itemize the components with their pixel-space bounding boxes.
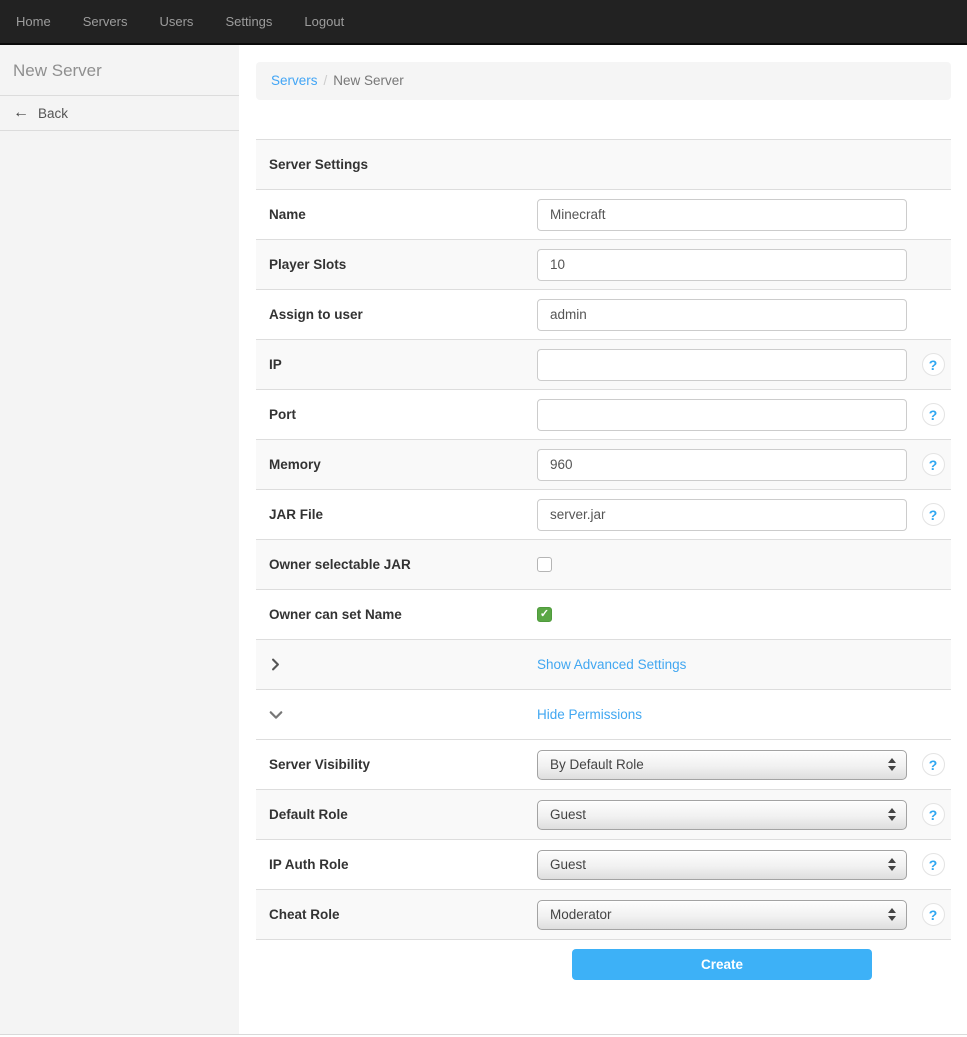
field-label-owner-selectable-jar: Owner selectable JAR bbox=[256, 557, 537, 572]
form-row-port: Port ? bbox=[256, 389, 951, 439]
breadcrumb-separator: / bbox=[324, 73, 328, 88]
help-icon[interactable]: ? bbox=[922, 453, 945, 476]
default-role-select[interactable]: Guest bbox=[537, 800, 907, 830]
breadcrumb-current: New Server bbox=[333, 73, 404, 88]
chevron-down-icon bbox=[269, 708, 283, 722]
create-button[interactable]: Create bbox=[572, 949, 872, 980]
cheat-role-select[interactable]: Moderator bbox=[537, 900, 907, 930]
field-label-name: Name bbox=[256, 207, 537, 222]
back-button[interactable]: ← Back bbox=[0, 96, 239, 131]
player-slots-input[interactable] bbox=[537, 249, 907, 281]
check-icon: ✓ bbox=[540, 609, 549, 620]
help-icon[interactable]: ? bbox=[922, 853, 945, 876]
field-label-player-slots: Player Slots bbox=[256, 257, 537, 272]
field-label-default-role: Default Role bbox=[256, 807, 537, 822]
select-value: Moderator bbox=[550, 907, 612, 922]
breadcrumb-servers-link[interactable]: Servers bbox=[271, 73, 318, 88]
server-settings-form: Server Settings Name Player Slots Assign… bbox=[256, 139, 951, 940]
section-header-row: Server Settings bbox=[256, 139, 951, 189]
form-row-owner-can-set-name: Owner can set Name ✓ bbox=[256, 589, 951, 639]
form-row-cheat-role: Cheat Role Moderator ? bbox=[256, 889, 951, 939]
select-value: Guest bbox=[550, 857, 586, 872]
help-icon[interactable]: ? bbox=[922, 503, 945, 526]
assign-user-input[interactable] bbox=[537, 299, 907, 331]
field-label-cheat-role: Cheat Role bbox=[256, 907, 537, 922]
form-row-ip-auth-role: IP Auth Role Guest ? bbox=[256, 839, 951, 889]
owner-can-set-name-checkbox[interactable]: ✓ bbox=[537, 607, 552, 622]
show-advanced-settings-link[interactable]: Show Advanced Settings bbox=[537, 657, 686, 672]
form-row-memory: Memory ? bbox=[256, 439, 951, 489]
form-row-advanced-toggle: Show Advanced Settings bbox=[256, 639, 951, 689]
select-stepper-icon bbox=[888, 808, 896, 821]
page-title: New Server bbox=[0, 45, 239, 96]
form-row-server-visibility: Server Visibility By Default Role ? bbox=[256, 739, 951, 789]
select-stepper-icon bbox=[888, 908, 896, 921]
memory-input[interactable] bbox=[537, 449, 907, 481]
field-label-ip-auth-role: IP Auth Role bbox=[256, 857, 537, 872]
back-label: Back bbox=[38, 106, 68, 121]
form-row-ip: IP ? bbox=[256, 339, 951, 389]
form-row-name: Name bbox=[256, 189, 951, 239]
nav-item-servers[interactable]: Servers bbox=[67, 0, 144, 43]
hide-permissions-link[interactable]: Hide Permissions bbox=[537, 707, 642, 722]
help-icon[interactable]: ? bbox=[922, 753, 945, 776]
help-icon[interactable]: ? bbox=[922, 903, 945, 926]
section-header: Server Settings bbox=[256, 157, 537, 172]
jar-file-input[interactable] bbox=[537, 499, 907, 531]
form-row-permissions-toggle: Hide Permissions bbox=[256, 689, 951, 739]
server-visibility-select[interactable]: By Default Role bbox=[537, 750, 907, 780]
create-row: Create bbox=[256, 940, 951, 980]
select-stepper-icon bbox=[888, 758, 896, 771]
chevron-right-icon bbox=[269, 658, 282, 671]
form-row-player-slots: Player Slots bbox=[256, 239, 951, 289]
nav-item-users[interactable]: Users bbox=[143, 0, 209, 43]
field-label-ip: IP bbox=[256, 357, 537, 372]
nav-item-logout[interactable]: Logout bbox=[288, 0, 360, 43]
select-value: Guest bbox=[550, 807, 586, 822]
select-value: By Default Role bbox=[550, 757, 644, 772]
page-bottom-divider bbox=[0, 1034, 967, 1035]
nav-item-settings[interactable]: Settings bbox=[209, 0, 288, 43]
field-label-server-visibility: Server Visibility bbox=[256, 757, 537, 772]
field-label-owner-can-set-name: Owner can set Name bbox=[256, 607, 537, 622]
field-label-jar-file: JAR File bbox=[256, 507, 537, 522]
form-row-owner-selectable-jar: Owner selectable JAR bbox=[256, 539, 951, 589]
nav-item-home[interactable]: Home bbox=[0, 0, 67, 43]
ip-input[interactable] bbox=[537, 349, 907, 381]
ip-auth-role-select[interactable]: Guest bbox=[537, 850, 907, 880]
sidebar: New Server ← Back bbox=[0, 45, 239, 1034]
help-icon[interactable]: ? bbox=[922, 353, 945, 376]
name-input[interactable] bbox=[537, 199, 907, 231]
form-row-default-role: Default Role Guest ? bbox=[256, 789, 951, 839]
field-label-memory: Memory bbox=[256, 457, 537, 472]
owner-selectable-jar-checkbox[interactable] bbox=[537, 557, 552, 572]
port-input[interactable] bbox=[537, 399, 907, 431]
breadcrumb: Servers / New Server bbox=[256, 62, 951, 100]
help-icon[interactable]: ? bbox=[922, 803, 945, 826]
help-icon[interactable]: ? bbox=[922, 403, 945, 426]
form-row-jar-file: JAR File ? bbox=[256, 489, 951, 539]
top-navbar: Home Servers Users Settings Logout bbox=[0, 0, 967, 45]
field-label-port: Port bbox=[256, 407, 537, 422]
back-arrow-icon: ← bbox=[13, 105, 29, 121]
field-label-assign-user: Assign to user bbox=[256, 307, 537, 322]
form-row-assign-user: Assign to user bbox=[256, 289, 951, 339]
main-content: Servers / New Server Server Settings Name … bbox=[256, 45, 951, 980]
select-stepper-icon bbox=[888, 858, 896, 871]
